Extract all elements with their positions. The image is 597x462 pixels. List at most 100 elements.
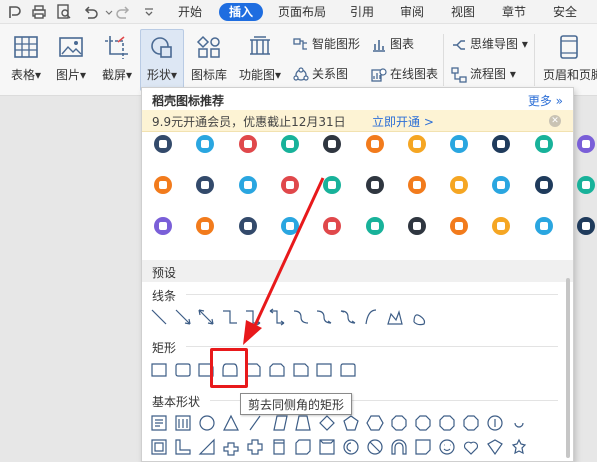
line-shape[interactable] [410,308,428,326]
recommended-icon[interactable] [492,217,511,235]
rectangle-shape[interactable] [150,361,168,379]
basic-shape[interactable] [198,414,216,432]
line-shape[interactable] [339,308,357,326]
recommended-icon[interactable] [577,176,595,194]
recommended-icon[interactable] [323,176,342,194]
basic-shape[interactable] [390,414,408,432]
basic-shape[interactable] [366,414,384,432]
more-link[interactable]: 更多 » [528,92,563,109]
basic-shape[interactable] [366,438,384,456]
basic-shape[interactable] [462,414,480,432]
basic-shape[interactable] [246,414,264,432]
basic-shape[interactable] [510,438,528,456]
tab-references[interactable]: 引用 [342,3,382,21]
recommended-icon[interactable] [534,135,553,153]
mind-map-button[interactable]: 思维导图 ▾ [451,34,528,54]
panel-scrollbar[interactable] [566,278,570,458]
basic-shape[interactable] [222,438,240,456]
rectangle-shape[interactable] [268,361,286,379]
tab-view[interactable]: 视图 [443,3,483,21]
basic-shape[interactable] [510,414,528,432]
tab-section[interactable]: 章节 [494,3,534,21]
basic-shape[interactable] [318,438,336,456]
recommended-icon[interactable] [534,217,553,235]
line-shape[interactable] [292,308,310,326]
basic-shape[interactable] [462,438,480,456]
undo-dropdown-icon[interactable] [100,3,113,21]
recommended-icon[interactable] [154,135,172,153]
basic-shape[interactable] [174,438,192,456]
table-button[interactable]: 表格▾ [6,30,46,90]
recommended-icon[interactable] [196,217,215,235]
line-shape[interactable] [268,308,286,326]
print-preview-icon[interactable] [55,3,73,21]
tab-page-layout[interactable]: 页面布局 [273,3,331,21]
flow-chart-button[interactable]: 流程图 ▾ [451,64,516,84]
recommended-icon[interactable] [577,217,595,235]
image-button[interactable]: 图片▾ [50,30,92,90]
redo-icon[interactable] [114,3,132,21]
basic-shape[interactable] [294,414,312,432]
recommended-icon[interactable] [154,176,172,194]
basic-shape[interactable] [390,438,408,456]
basic-shape[interactable] [198,438,216,456]
line-shape[interactable] [221,308,239,326]
basic-shape[interactable] [318,414,336,432]
recommended-icon[interactable] [577,135,595,153]
basic-shape[interactable] [174,414,192,432]
rectangle-shape[interactable] [174,361,192,379]
recommended-icon[interactable] [323,135,342,153]
smart-art-button[interactable]: 智能图形 [293,34,360,54]
rectangle-shape[interactable] [339,361,357,379]
recommended-icon[interactable] [238,217,257,235]
tab-review[interactable]: 审阅 [392,3,432,21]
basic-shape[interactable] [342,438,360,456]
basic-shape[interactable] [246,438,264,456]
recommended-icon[interactable] [407,176,426,194]
line-shape[interactable] [315,308,333,326]
icon-library-button[interactable]: 图标库 [189,30,229,90]
line-shape[interactable] [174,308,192,326]
recommended-icon[interactable] [365,135,384,153]
recommended-icon[interactable] [450,176,469,194]
more-dropdown-icon[interactable] [140,3,153,21]
chart-button[interactable]: 图表 [371,34,414,54]
print-icon[interactable] [30,3,48,21]
basic-shape[interactable] [270,438,288,456]
wps-logo-icon[interactable] [6,3,24,21]
recommended-icon[interactable] [450,217,469,235]
recommended-icon[interactable] [238,176,257,194]
basic-shape[interactable] [270,414,288,432]
tab-insert[interactable]: 插入 [219,3,263,21]
basic-shape[interactable] [222,414,240,432]
online-chart-button[interactable]: 在线图表 [371,64,438,84]
basic-shape[interactable] [486,414,504,432]
recommended-icon[interactable] [407,135,426,153]
basic-shape[interactable] [342,414,360,432]
line-shape[interactable] [244,308,262,326]
basic-shape[interactable] [414,414,432,432]
basic-shape[interactable] [294,438,312,456]
recommended-icon[interactable] [238,135,257,153]
recommended-icon[interactable] [365,217,384,235]
tab-security[interactable]: 安全 [545,3,585,21]
rectangle-shape[interactable] [315,361,333,379]
shapes-button[interactable]: 形状▾ [140,29,184,91]
recommended-icon[interactable] [534,176,553,194]
recommended-icon[interactable] [492,135,511,153]
undo-icon[interactable] [82,3,100,21]
recommended-icon[interactable] [154,217,172,235]
header-footer-button[interactable]: 页眉和页脚 [541,30,597,90]
recommended-icon[interactable] [196,176,215,194]
recommended-icon[interactable] [280,217,299,235]
recommended-icon[interactable] [280,135,299,153]
recommended-icon[interactable] [450,135,469,153]
line-shape[interactable] [386,308,404,326]
line-shape[interactable] [197,308,215,326]
basic-shape[interactable] [438,414,456,432]
recommended-icon[interactable] [280,176,299,194]
basic-shape[interactable] [438,438,456,456]
recommended-icon[interactable] [407,217,426,235]
line-shape[interactable] [362,308,380,326]
basic-shape[interactable] [486,438,504,456]
